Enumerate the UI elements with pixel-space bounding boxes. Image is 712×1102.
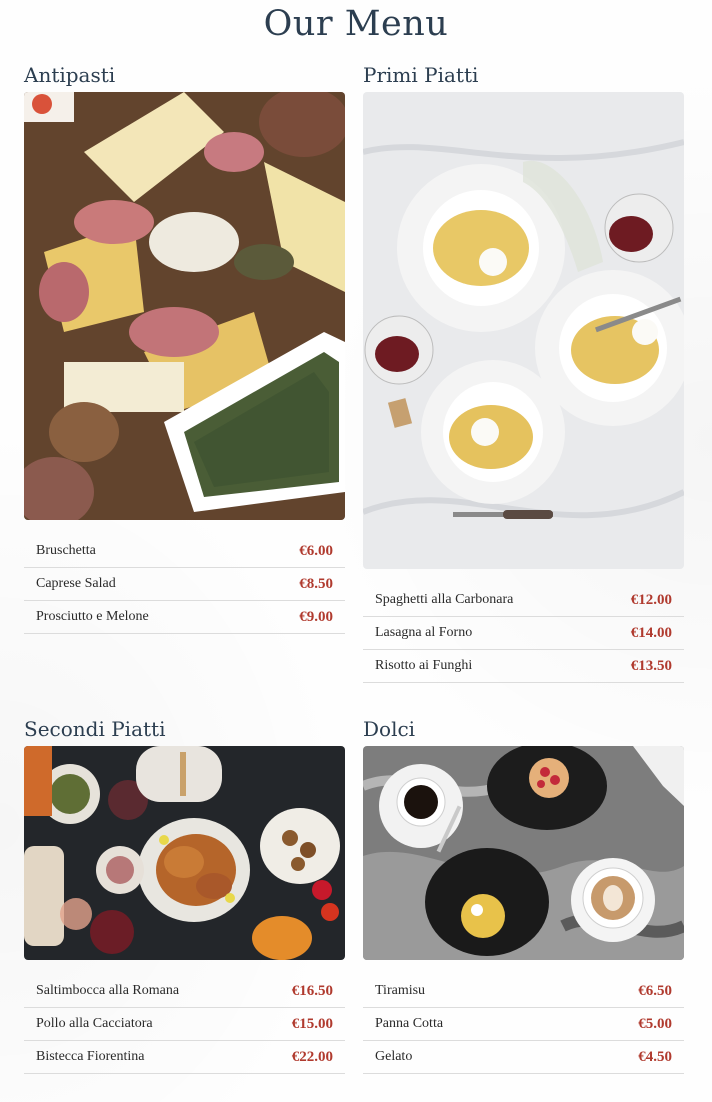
section-dolci: Dolci Tiramisu €6.50 Panna Cotta €5.00 G…: [363, 716, 684, 1074]
item-price: €8.50: [299, 575, 333, 592]
menu-page: Our Menu Antipasti Bruschetta €6.00 Capr…: [0, 0, 712, 1102]
secondi-piatti-photo: [24, 746, 345, 960]
item-name: Caprese Salad: [36, 576, 116, 591]
antipasti-items: Bruschetta €6.00 Caprese Salad €8.50 Pro…: [24, 535, 345, 634]
primi-piatti-items: Spaghetti alla Carbonara €12.00 Lasagna …: [363, 584, 684, 683]
section-title: Dolci: [363, 717, 416, 741]
page-title: Our Menu: [263, 4, 449, 44]
item-price: €16.50: [291, 982, 333, 999]
antipasti-photo: [24, 92, 345, 520]
item-price: €6.00: [299, 542, 333, 559]
item-name: Pollo alla Cacciatora: [36, 1016, 153, 1031]
section-primi-piatti: Primi Piatti Spaghetti alla Carbonara €1…: [363, 62, 684, 683]
section-antipasti: Antipasti Bruschetta €6.00 Caprese Salad…: [24, 62, 345, 634]
section-secondi-piatti: Secondi Piatti Saltimbocca alla Romana €…: [24, 716, 345, 1074]
dolci-items: Tiramisu €6.50 Panna Cotta €5.00 Gelato …: [363, 975, 684, 1074]
menu-item[interactable]: Caprese Salad €8.50: [24, 568, 345, 601]
secondi-piatti-items: Saltimbocca alla Romana €16.50 Pollo all…: [24, 975, 345, 1074]
menu-item[interactable]: Risotto ai Funghi €13.50: [363, 650, 684, 683]
section-title: Secondi Piatti: [24, 717, 166, 741]
item-price: €12.00: [630, 591, 672, 608]
section-title: Primi Piatti: [363, 63, 479, 87]
item-name: Prosciutto e Melone: [36, 609, 149, 624]
item-name: Gelato: [375, 1049, 413, 1064]
item-name: Tiramisu: [375, 983, 426, 998]
menu-item[interactable]: Panna Cotta €5.00: [363, 1008, 684, 1041]
menu-item[interactable]: Pollo alla Cacciatora €15.00: [24, 1008, 345, 1041]
item-name: Risotto ai Funghi: [375, 658, 473, 673]
item-price: €9.00: [299, 608, 333, 625]
item-price: €13.50: [630, 657, 672, 674]
menu-item[interactable]: Gelato €4.50: [363, 1041, 684, 1074]
item-name: Bruschetta: [36, 543, 96, 558]
item-name: Lasagna al Forno: [375, 625, 473, 640]
menu-item[interactable]: Tiramisu €6.50: [363, 975, 684, 1008]
dolci-photo: [363, 746, 684, 960]
item-price: €22.00: [291, 1048, 333, 1065]
item-name: Spaghetti alla Carbonara: [375, 592, 514, 607]
menu-item[interactable]: Spaghetti alla Carbonara €12.00: [363, 584, 684, 617]
item-name: Saltimbocca alla Romana: [36, 983, 180, 998]
menu-item[interactable]: Bistecca Fiorentina €22.00: [24, 1041, 345, 1074]
section-title: Antipasti: [24, 63, 116, 87]
item-price: €6.50: [638, 982, 672, 999]
menu-item[interactable]: Saltimbocca alla Romana €16.50: [24, 975, 345, 1008]
primi-piatti-photo: [363, 92, 684, 569]
menu-item[interactable]: Lasagna al Forno €14.00: [363, 617, 684, 650]
menu-item[interactable]: Bruschetta €6.00: [24, 535, 345, 568]
item-price: €4.50: [638, 1048, 672, 1065]
item-price: €15.00: [291, 1015, 333, 1032]
menu-item[interactable]: Prosciutto e Melone €9.00: [24, 601, 345, 634]
item-price: €14.00: [630, 624, 672, 641]
item-name: Panna Cotta: [375, 1016, 444, 1031]
item-name: Bistecca Fiorentina: [36, 1049, 145, 1064]
item-price: €5.00: [638, 1015, 672, 1032]
